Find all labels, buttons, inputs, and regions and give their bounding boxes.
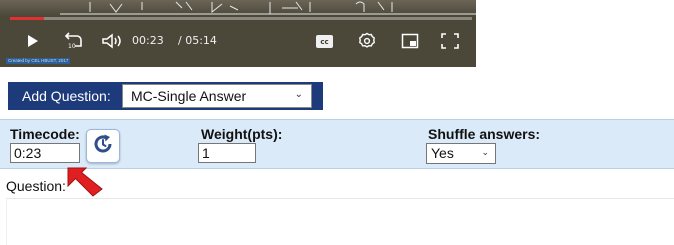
- current-time: 00:23: [132, 34, 164, 47]
- shuffle-answers-value: Yes: [431, 145, 454, 161]
- fullscreen-button[interactable]: [440, 30, 460, 52]
- timecode-input[interactable]: 0:23: [10, 143, 80, 163]
- weight-input[interactable]: 1: [198, 143, 256, 163]
- rewind-10-icon: 10: [63, 32, 83, 50]
- picture-in-picture-button[interactable]: [400, 30, 420, 52]
- add-question-label: Add Question:: [22, 88, 111, 104]
- settings-icon: [358, 32, 376, 50]
- volume-icon: [101, 33, 123, 49]
- chevron-down-icon: ⌄: [481, 147, 489, 157]
- play-icon: [27, 34, 39, 48]
- question-text-area[interactable]: [6, 198, 674, 245]
- chevron-down-icon: ⌄: [294, 89, 303, 100]
- timecode-label: Timecode:: [10, 126, 80, 142]
- video-credit: Created by CEL HBUST, 2017: [6, 58, 71, 64]
- duration: / 05:14: [178, 34, 217, 47]
- add-question-bar: Add Question: MC-Single Answer ⌄: [8, 82, 323, 110]
- volume-button[interactable]: [100, 30, 124, 52]
- question-type-select[interactable]: MC-Single Answer ⌄: [122, 84, 312, 108]
- video-player[interactable]: 10 00:23 / 05:14 cc Created by CEL HBUST…: [0, 0, 476, 67]
- picture-in-picture-icon: [401, 33, 419, 49]
- shuffle-answers-label: Shuffle answers:: [428, 126, 541, 142]
- svg-text:10: 10: [68, 43, 76, 50]
- captions-button[interactable]: cc: [316, 35, 333, 48]
- cc-icon: cc: [320, 37, 329, 46]
- question-label: Question:: [6, 178, 66, 194]
- video-frame: [0, 0, 476, 16]
- refresh-clock-icon: [91, 132, 115, 161]
- progress-bar[interactable]: [10, 17, 472, 20]
- fullscreen-icon: [441, 33, 459, 49]
- sync-timecode-button[interactable]: [86, 129, 120, 163]
- red-pointer-arrow-icon: [62, 162, 106, 203]
- settings-button[interactable]: [357, 30, 377, 52]
- play-button[interactable]: [24, 30, 42, 52]
- weight-label: Weight(pts):: [201, 126, 283, 142]
- question-type-value: MC-Single Answer: [131, 88, 247, 104]
- progress-fill: [10, 17, 44, 20]
- shuffle-answers-select[interactable]: Yes ⌄: [426, 143, 496, 164]
- rewind-10-button[interactable]: 10: [62, 30, 84, 52]
